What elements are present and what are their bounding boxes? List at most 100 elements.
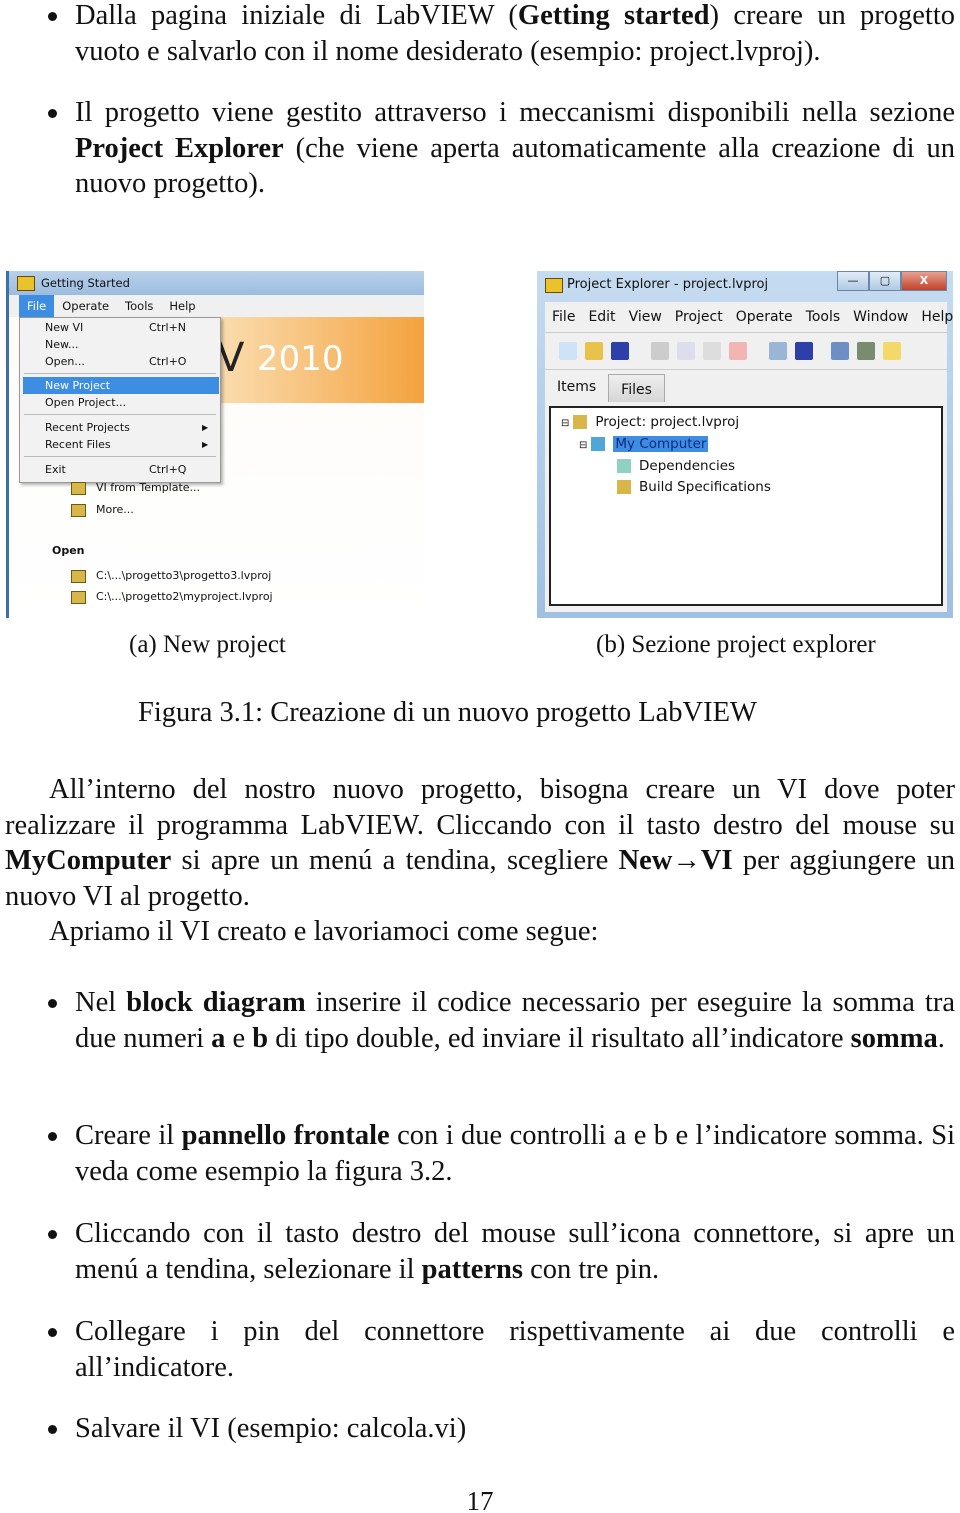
tree-node-project[interactable]: ⊟ Project: project.lvproj (561, 414, 739, 430)
bullet-item: Nel block diagram inserire il codice nec… (48, 985, 955, 1056)
collapse-icon[interactable]: ⊟ (579, 440, 587, 451)
tree-node-build-specifications[interactable]: Build Specifications (617, 479, 771, 495)
tab-bar: Items Files (545, 372, 665, 402)
bold-text: New→VI (618, 845, 733, 876)
page-number: 17 (466, 1486, 494, 1513)
menu-item-recent-projects[interactable]: Recent Projects ▶ (20, 419, 220, 436)
menu-item-shortcut: Ctrl+Q (149, 463, 187, 476)
bold-text: Getting started (517, 0, 710, 31)
copy-icon[interactable] (677, 342, 695, 360)
menu-help[interactable]: Help (161, 295, 203, 317)
project-settings-icon[interactable] (769, 342, 787, 360)
labview-banner: V 2010 (209, 317, 424, 403)
save-all-icon[interactable] (611, 342, 629, 360)
menu-tools[interactable]: Tools (799, 302, 847, 332)
menu-view[interactable]: View (622, 302, 668, 332)
add-item-icon[interactable] (857, 342, 875, 360)
screenshot-project-explorer: Project Explorer - project.lvproj — ▢ X Fi… (537, 271, 953, 618)
menu-bar: File Operate Tools Help (9, 295, 424, 317)
menu-project[interactable]: Project (668, 302, 729, 332)
menu-file[interactable]: File (19, 295, 55, 317)
tab-items[interactable]: Items (545, 372, 608, 402)
paste-icon[interactable] (703, 342, 721, 360)
new-icon[interactable] (559, 342, 577, 360)
menu-item-label: New Project (45, 379, 111, 392)
bold-text: somma (850, 1022, 938, 1054)
menu-operate[interactable]: Operate (54, 295, 117, 317)
recent-project[interactable]: C:\...\progetto3\progetto3.lvproj (71, 569, 271, 583)
delete-icon[interactable] (729, 342, 747, 360)
bullet-item: Collegare i pin del connettore rispettiv… (48, 1314, 955, 1385)
bullet-text: Cliccando con il tasto destro del mouse … (75, 1218, 955, 1285)
node-label: Build Specifications (639, 479, 771, 495)
menu-item-label: Recent Projects (45, 421, 130, 434)
menu-edit[interactable]: Edit (581, 302, 621, 332)
cut-icon[interactable] (651, 342, 669, 360)
tab-files[interactable]: Files (608, 374, 665, 402)
bullet-text: Il progetto viene gestito attraverso i m… (75, 97, 955, 199)
window-title: Project Explorer - project.lvproj (567, 277, 769, 292)
menu-item-new-project[interactable]: New Project (23, 377, 219, 394)
bullet-item: Creare il pannello frontale con i due co… (48, 1118, 955, 1189)
window-controls: — ▢ X (837, 271, 947, 291)
text-run: e (225, 1022, 253, 1054)
dependencies-icon (617, 459, 631, 473)
text-run: Nel (75, 987, 127, 1018)
paragraph: All’interno del nostro nuovo progetto, b… (5, 772, 955, 914)
open-folder-icon[interactable] (585, 342, 603, 360)
bold-text: pannello frontale (181, 1120, 390, 1151)
text-run: Dalla pagina iniziale di LabVIEW ( (75, 0, 518, 31)
bold-text: Project Explorer (75, 132, 284, 164)
project-icon (71, 569, 86, 583)
paragraph-text: All’interno del nostro nuovo progetto, b… (5, 774, 955, 912)
recent-path: C:\...\progetto3\progetto3.lvproj (96, 569, 272, 582)
labview-icon (545, 278, 563, 293)
menu-item-new[interactable]: New... (20, 336, 220, 353)
bullet-icon (48, 12, 57, 21)
minimize-button[interactable]: — (837, 271, 869, 291)
computer-icon (591, 437, 606, 451)
menu-item-open-project[interactable]: Open Project... (20, 394, 220, 411)
link-more[interactable]: More... (71, 503, 134, 517)
tree-node-my-computer[interactable]: ⊟ My Computer (579, 436, 709, 452)
menu-bar: File Edit View Project Operate Tools Win… (545, 302, 953, 333)
subfigure-caption-a: (a) New project (129, 631, 286, 658)
menu-window[interactable]: Window (846, 302, 914, 332)
bullet-text: Nel block diagram inserire il codice nec… (75, 987, 955, 1054)
bullet-icon (48, 1132, 57, 1141)
title-bar: Project Explorer - project.lvproj — ▢ X (537, 271, 953, 301)
text-run: Collegare i pin del connettore rispettiv… (75, 1316, 955, 1383)
bullet-icon (48, 1230, 57, 1239)
menu-file[interactable]: File (545, 302, 581, 332)
menu-item-recent-files[interactable]: Recent Files ▶ (20, 436, 220, 453)
menu-item-open[interactable]: Open... Ctrl+O (20, 353, 220, 370)
warning-icon[interactable] (883, 342, 901, 360)
bullet-item: Cliccando con il tasto destro del mouse … (48, 1216, 955, 1287)
recent-project[interactable]: C:\...\progetto2\myproject.lvproj (71, 590, 273, 604)
menu-item-exit[interactable]: Exit Ctrl+Q (20, 461, 220, 478)
subfigure-caption-b: (b) Sezione project explorer (596, 631, 876, 658)
banner-year: 2010 (257, 339, 344, 379)
text-run: Creare il (75, 1120, 182, 1151)
save-project-icon[interactable] (795, 342, 813, 360)
text-run: Il progetto viene gestito attraverso i m… (75, 97, 955, 128)
view-icon[interactable] (831, 342, 849, 360)
text-run: di tipo double, ed inviare il risultato … (268, 1022, 851, 1054)
window-title: Getting Started (41, 276, 130, 290)
menu-item-label: Recent Files (45, 438, 111, 451)
menu-item-new-vi[interactable]: New VI Ctrl+N (20, 319, 220, 336)
link-vi-from-template[interactable]: VI from Template... (71, 481, 200, 495)
tree-node-dependencies[interactable]: Dependencies (617, 458, 735, 474)
menu-tools[interactable]: Tools (117, 295, 161, 317)
menu-item-shortcut: Ctrl+N (149, 321, 187, 334)
text-run: si apre un menú a tendina, scegliere (171, 845, 619, 876)
node-label: Project: project.lvproj (595, 414, 740, 430)
close-button[interactable]: X (901, 271, 947, 291)
menu-help[interactable]: Help (914, 302, 953, 332)
menu-separator (24, 373, 216, 374)
bold-text: block diagram (126, 987, 306, 1018)
menu-operate[interactable]: Operate (729, 302, 799, 332)
submenu-arrow-icon: ▶ (202, 423, 209, 432)
maximize-button[interactable]: ▢ (869, 271, 901, 291)
collapse-icon[interactable]: ⊟ (561, 418, 569, 429)
